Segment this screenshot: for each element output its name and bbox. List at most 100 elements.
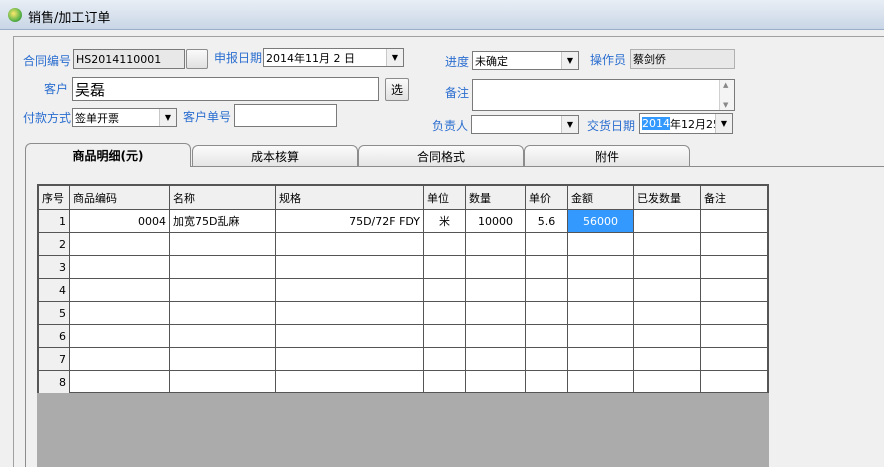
col-header[interactable]: 金额 <box>567 185 634 210</box>
scroll-up-icon[interactable]: ▲ <box>723 81 728 89</box>
table-cell[interactable] <box>525 232 568 256</box>
table-cell[interactable] <box>169 347 276 371</box>
table-cell[interactable] <box>275 255 424 279</box>
table-row[interactable]: 7 <box>38 347 768 371</box>
tab-product-details[interactable]: 商品明细(元) <box>25 143 191 167</box>
table-cell[interactable] <box>275 370 424 394</box>
remark-scrollbar[interactable]: ▲ ▼ <box>719 80 734 110</box>
chevron-down-icon[interactable]: ▼ <box>159 109 176 126</box>
delivery-date-picker[interactable]: 2014 年12月25 ▼ <box>639 113 733 134</box>
manager-select[interactable]: ▼ <box>471 115 579 134</box>
table-cell[interactable]: 56000 <box>567 209 634 233</box>
table-cell[interactable] <box>633 324 701 348</box>
table-cell[interactable] <box>525 301 568 325</box>
tab-cost-accounting[interactable]: 成本核算 <box>192 145 358 166</box>
chevron-down-icon[interactable]: ▼ <box>715 114 732 133</box>
col-header[interactable]: 数量 <box>465 185 526 210</box>
table-cell[interactable] <box>465 347 526 371</box>
table-row[interactable]: 2 <box>38 232 768 256</box>
table-cell[interactable] <box>275 347 424 371</box>
select-customer-button[interactable]: 选 <box>385 78 409 101</box>
table-cell[interactable] <box>169 301 276 325</box>
delivery-year-selected[interactable]: 2014 <box>642 117 670 130</box>
table-cell[interactable] <box>423 255 466 279</box>
table-cell[interactable]: 10000 <box>465 209 526 233</box>
remark-textarea[interactable]: ▲ ▼ <box>472 79 735 111</box>
tab-contract-format[interactable]: 合同格式 <box>358 145 524 166</box>
table-cell[interactable] <box>69 255 170 279</box>
table-cell[interactable] <box>700 370 768 394</box>
table-cell[interactable] <box>525 255 568 279</box>
table-cell[interactable] <box>633 232 701 256</box>
table-cell[interactable] <box>465 278 526 302</box>
table-cell[interactable] <box>633 370 701 394</box>
table-cell[interactable] <box>423 232 466 256</box>
table-cell[interactable] <box>69 370 170 394</box>
table-cell[interactable] <box>169 278 276 302</box>
table-cell[interactable] <box>700 347 768 371</box>
table-cell[interactable] <box>423 278 466 302</box>
chevron-down-icon[interactable]: ▼ <box>561 52 578 69</box>
table-cell[interactable] <box>465 232 526 256</box>
table-row[interactable]: 6 <box>38 324 768 348</box>
table-cell[interactable] <box>275 324 424 348</box>
table-cell[interactable] <box>169 232 276 256</box>
table-cell[interactable] <box>69 278 170 302</box>
table-cell[interactable] <box>423 347 466 371</box>
table-cell[interactable] <box>525 347 568 371</box>
table-cell[interactable] <box>567 370 634 394</box>
col-header[interactable]: 已发数量 <box>633 185 701 210</box>
table-cell[interactable] <box>525 370 568 394</box>
table-cell[interactable] <box>275 232 424 256</box>
table-cell[interactable] <box>567 347 634 371</box>
table-cell[interactable] <box>525 278 568 302</box>
table-row[interactable]: 1 0004 加宽75D乱麻 75D/72F FDY 米 10000 5.6 56000 <box>38 209 768 233</box>
progress-select[interactable]: 未确定 ▼ <box>472 51 579 70</box>
chevron-down-icon[interactable]: ▼ <box>561 116 578 133</box>
table-cell[interactable] <box>525 324 568 348</box>
col-header[interactable]: 名称 <box>169 185 276 210</box>
table-cell[interactable] <box>700 232 768 256</box>
table-cell[interactable]: 5.6 <box>525 209 568 233</box>
table-cell[interactable]: 米 <box>423 209 466 233</box>
table-cell[interactable]: 75D/72F FDY <box>275 209 424 233</box>
table-cell[interactable] <box>465 370 526 394</box>
table-cell[interactable] <box>169 324 276 348</box>
table-cell[interactable] <box>169 370 276 394</box>
table-row[interactable]: 4 <box>38 278 768 302</box>
payment-select[interactable]: 签单开票 ▼ <box>72 108 177 127</box>
report-date-picker[interactable]: 2014年11月 2 日 ▼ <box>263 48 404 67</box>
customer-field[interactable]: 吴磊 <box>72 77 379 101</box>
table-cell[interactable]: 0004 <box>69 209 170 233</box>
table-row[interactable]: 8 <box>38 370 768 394</box>
table-cell[interactable] <box>275 278 424 302</box>
table-cell[interactable]: 加宽75D乱麻 <box>169 209 276 233</box>
contract-no-toggle[interactable] <box>186 49 208 69</box>
contract-no-field[interactable]: HS2014110001 <box>73 49 185 69</box>
table-cell[interactable] <box>423 301 466 325</box>
table-row[interactable]: 3 <box>38 255 768 279</box>
table-cell[interactable] <box>700 209 768 233</box>
table-cell[interactable] <box>633 278 701 302</box>
table-cell[interactable] <box>69 232 170 256</box>
tab-attachments[interactable]: 附件 <box>524 145 690 166</box>
scroll-down-icon[interactable]: ▼ <box>723 101 728 109</box>
table-cell[interactable] <box>633 209 701 233</box>
table-cell[interactable] <box>69 301 170 325</box>
table-cell[interactable] <box>633 255 701 279</box>
table-cell[interactable] <box>275 301 424 325</box>
table-cell[interactable] <box>700 324 768 348</box>
table-cell[interactable] <box>567 232 634 256</box>
table-cell[interactable] <box>700 278 768 302</box>
table-cell[interactable] <box>567 301 634 325</box>
table-cell[interactable] <box>465 324 526 348</box>
col-header[interactable]: 备注 <box>700 185 768 210</box>
col-header[interactable]: 序号 <box>38 185 70 210</box>
table-cell[interactable] <box>700 255 768 279</box>
col-header[interactable]: 单位 <box>423 185 466 210</box>
table-cell[interactable] <box>633 301 701 325</box>
table-cell[interactable] <box>567 324 634 348</box>
table-cell[interactable] <box>567 255 634 279</box>
col-header[interactable]: 单价 <box>525 185 568 210</box>
table-cell[interactable] <box>465 255 526 279</box>
